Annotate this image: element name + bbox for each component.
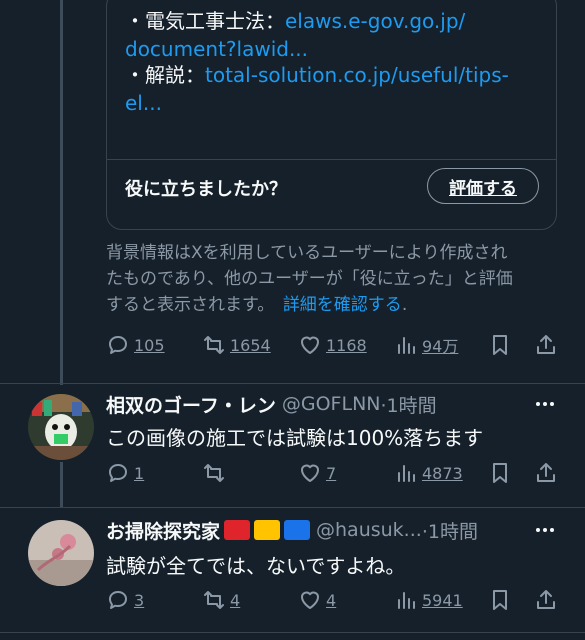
note-link[interactable]: el... bbox=[125, 91, 162, 115]
more-options-button[interactable] bbox=[530, 520, 560, 540]
yellow-square-emoji bbox=[254, 520, 281, 540]
timestamp[interactable]: ·1時間 bbox=[381, 391, 437, 418]
community-note-card: ・電気工事士法：elaws.e-gov.go.jp/ document?lawi… bbox=[106, 0, 557, 230]
reply-action-bar: 3 4 4 5941 bbox=[106, 585, 561, 615]
separator bbox=[0, 632, 585, 633]
bookmark-button[interactable] bbox=[488, 458, 512, 488]
reply-action-bar: 1 7 4873 bbox=[106, 458, 561, 488]
heart-icon bbox=[301, 464, 319, 482]
views-icon bbox=[398, 592, 415, 609]
note-source-line[interactable]: el... bbox=[125, 89, 162, 117]
views-button[interactable]: 94万 bbox=[394, 330, 458, 360]
reply-icon bbox=[109, 336, 127, 354]
note-divider bbox=[107, 159, 556, 160]
bookmark-button[interactable] bbox=[488, 585, 512, 615]
avatar-image bbox=[28, 394, 94, 460]
timestamp[interactable]: ·1時間 bbox=[422, 517, 478, 544]
repost-button[interactable]: 4 bbox=[202, 585, 240, 615]
bookmark-icon bbox=[493, 463, 507, 483]
heart-icon bbox=[301, 336, 319, 354]
share-button[interactable] bbox=[534, 585, 558, 615]
repost-icon bbox=[204, 336, 224, 354]
like-button[interactable]: 7 bbox=[298, 458, 336, 488]
note-source-line[interactable]: ・解説：total-solution.co.jp/useful/tips- bbox=[125, 61, 509, 89]
reply-button[interactable]: 1 bbox=[106, 458, 144, 488]
more-options-button[interactable] bbox=[530, 394, 560, 414]
rate-note-button[interactable]: 評価する bbox=[427, 168, 539, 204]
repost-icon bbox=[204, 464, 224, 482]
post-action-bar: 105 1654 1168 94万 bbox=[106, 330, 561, 360]
like-button[interactable]: 4 bbox=[298, 585, 336, 615]
note-link[interactable]: elaws.e-gov.go.jp/ bbox=[285, 9, 465, 33]
views-button[interactable]: 4873 bbox=[394, 458, 463, 488]
learn-more-link[interactable]: 詳細を確認する bbox=[283, 295, 402, 315]
thread-line bbox=[60, 0, 63, 385]
reply-text: この画像の施工では試験は100%落ちます bbox=[106, 426, 484, 450]
heart-icon bbox=[301, 591, 319, 609]
note-link[interactable]: total-solution.co.jp/useful/tips- bbox=[205, 63, 509, 87]
avatar[interactable] bbox=[28, 520, 94, 586]
reply-header: お掃除探究家 @hausuk... ·1時間 bbox=[106, 516, 478, 544]
reply-text: 試験が全てでは、ないですよね。 bbox=[106, 554, 406, 578]
avatar[interactable] bbox=[28, 394, 94, 460]
separator bbox=[0, 507, 585, 508]
note-source-line[interactable]: document?lawid... bbox=[125, 35, 308, 63]
display-name[interactable]: お掃除探究家 bbox=[106, 517, 220, 544]
blue-square-emoji bbox=[284, 520, 311, 540]
note-source-line[interactable]: ・電気工事士法：elaws.e-gov.go.jp/ bbox=[125, 7, 465, 35]
separator bbox=[0, 383, 585, 384]
avatar-image bbox=[28, 520, 94, 586]
share-button[interactable] bbox=[534, 330, 558, 360]
repost-button[interactable]: 1654 bbox=[202, 330, 271, 360]
bookmark-icon bbox=[493, 590, 507, 610]
repost-button[interactable] bbox=[202, 458, 230, 488]
user-handle[interactable]: @hausuk... bbox=[316, 519, 422, 541]
note-link[interactable]: document?lawid... bbox=[125, 37, 308, 61]
reply-icon bbox=[109, 464, 127, 482]
bookmark-button[interactable] bbox=[488, 330, 512, 360]
note-helpful-question: 役に立ちましたか？ bbox=[125, 179, 287, 200]
display-name[interactable]: 相双のゴーフ・レン bbox=[106, 391, 276, 418]
red-square-emoji bbox=[224, 520, 251, 540]
views-icon bbox=[398, 337, 415, 354]
note-disclaimer: 背景情報はXを利用しているユーザーにより作成され たものであり、他のユーザーが「… bbox=[106, 243, 513, 315]
bookmark-icon bbox=[493, 335, 507, 355]
views-icon bbox=[398, 465, 415, 482]
views-button[interactable]: 5941 bbox=[394, 585, 463, 615]
share-button[interactable] bbox=[534, 458, 558, 488]
share-icon bbox=[537, 463, 555, 482]
thread-line bbox=[60, 462, 63, 507]
reply-button[interactable]: 3 bbox=[106, 585, 144, 615]
repost-icon bbox=[204, 591, 224, 609]
user-handle[interactable]: @GOFLNN bbox=[282, 393, 381, 415]
share-icon bbox=[537, 335, 555, 354]
reply-icon bbox=[109, 591, 127, 609]
share-icon bbox=[537, 590, 555, 609]
like-button[interactable]: 1168 bbox=[298, 330, 367, 360]
reply-button[interactable]: 105 bbox=[106, 330, 165, 360]
reply-header: 相双のゴーフ・レン @GOFLNN ·1時間 bbox=[106, 390, 437, 418]
